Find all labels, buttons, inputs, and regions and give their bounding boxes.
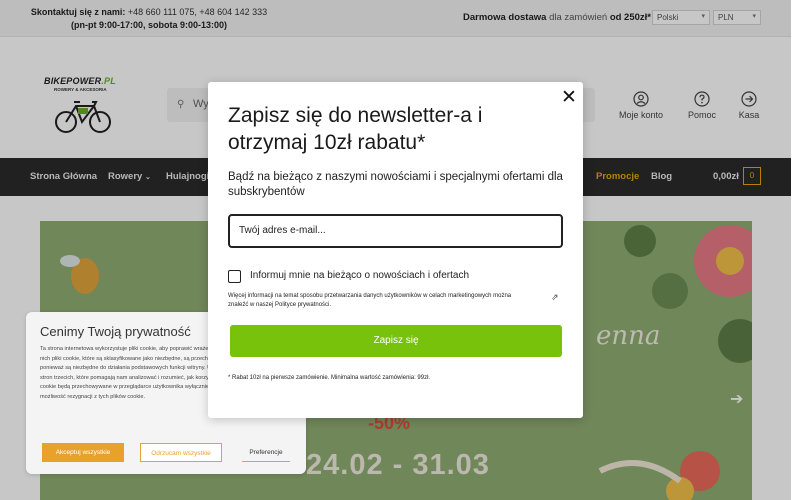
reject-all-cookies-button[interactable]: Odrzucam wszystkie [140,443,222,462]
newsletter-modal: ✕ Zapisz się do newsletter-a i otrzymaj … [208,82,583,418]
checkbox-label: Informuj mnie na bieżąco o nowościach i … [250,270,470,281]
modal-footnote: * Rabat 10zł na pierwsze zamówienie. Min… [228,375,431,381]
external-link-icon[interactable]: ⇗ [551,292,559,303]
privacy-info-text: Więcej informacji na temat sposobu przet… [228,293,512,308]
close-icon[interactable]: ✕ [561,88,577,108]
newsletter-consent-checkbox[interactable] [228,270,241,283]
modal-subtitle: Bądź na bieżąco z naszymi nowościami i s… [228,171,563,198]
modal-title: Zapisz się do newsletter-a i otrzymaj 10… [228,104,483,154]
email-field[interactable]: Twój adres e-mail... [228,214,563,248]
cookie-preferences-button[interactable]: Preferencje [242,443,290,462]
accept-all-cookies-button[interactable]: Akceptuj wszystkie [42,443,124,462]
subscribe-button[interactable]: Zapisz się [230,325,562,357]
